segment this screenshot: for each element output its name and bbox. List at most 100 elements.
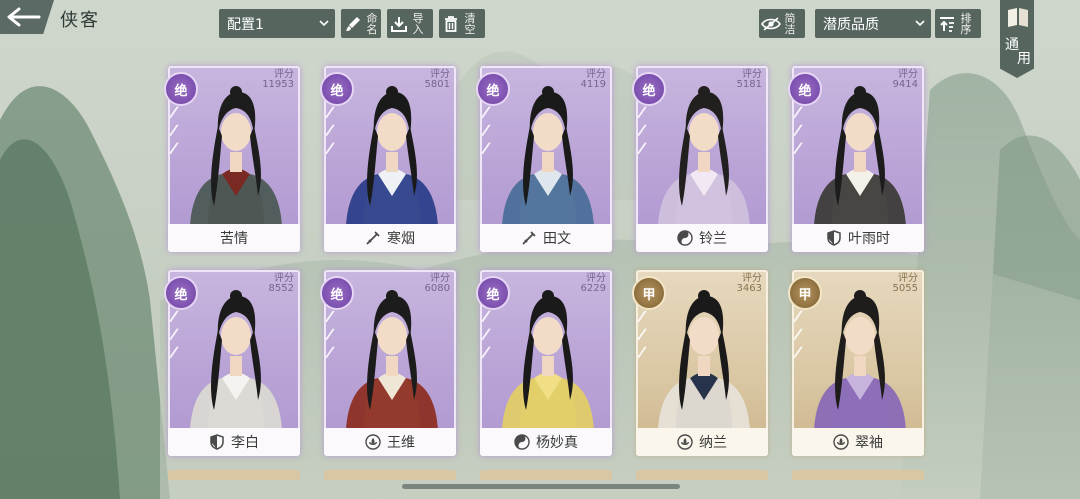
skill-marks <box>637 105 655 162</box>
grade-badge: 甲 <box>632 276 666 310</box>
hero-score: 评分 8552 <box>269 274 294 294</box>
hero-score: 评分 5801 <box>425 70 450 90</box>
skill-marks <box>325 105 343 162</box>
lotus-icon <box>677 434 693 450</box>
eye-hidden-icon <box>759 12 783 36</box>
hero-name: 王维 <box>387 435 415 451</box>
general-tab[interactable]: 通 用 <box>1000 0 1034 78</box>
rename-label: 命名 <box>366 11 378 36</box>
skill-mark <box>169 345 187 365</box>
hero-card[interactable]: 李白 绝 评分 8552 <box>164 270 300 456</box>
hero-portrait <box>502 290 594 430</box>
hero-card[interactable]: 铃兰 绝 评分 5181 <box>632 66 768 252</box>
grade-badge: 绝 <box>164 276 198 310</box>
hero-score: 评分 6080 <box>425 274 450 294</box>
grade-badge: 绝 <box>476 276 510 310</box>
hero-name-bar: 寒烟 <box>324 224 456 252</box>
skill-mark <box>637 345 655 365</box>
import-button[interactable]: 导入 <box>387 9 433 38</box>
scrollbar[interactable] <box>402 484 680 489</box>
skill-mark <box>169 105 187 125</box>
back-button[interactable] <box>0 0 54 34</box>
skill-mark <box>481 345 499 365</box>
skill-mark <box>325 123 343 143</box>
score-value: 9414 <box>892 79 918 90</box>
skill-mark <box>637 123 655 143</box>
hero-card[interactable]: 杨妙真 绝 评分 6229 <box>476 270 612 456</box>
book-icon <box>1008 8 1028 27</box>
hero-name-bar: 杨妙真 <box>480 428 612 456</box>
skill-mark <box>637 309 655 329</box>
skill-mark <box>637 105 655 125</box>
skill-mark <box>481 327 499 347</box>
hero-name: 田文 <box>543 231 571 247</box>
trash-icon <box>439 12 463 36</box>
grade-badge: 绝 <box>320 72 354 106</box>
skill-mark <box>481 123 499 143</box>
hero-portrait <box>190 86 282 226</box>
skill-mark <box>325 309 343 329</box>
hero-portrait <box>658 86 750 226</box>
score-value: 5055 <box>892 283 918 294</box>
general-label-1: 通 <box>1005 37 1019 53</box>
sword-icon <box>521 230 537 246</box>
lotus-icon <box>365 434 381 450</box>
hero-card[interactable]: 苦情 绝 评分 11953 <box>164 66 300 252</box>
grade-badge: 绝 <box>788 72 822 106</box>
hero-card[interactable]: 叶雨时 绝 评分 9414 <box>788 66 924 252</box>
score-value: 5801 <box>424 79 450 90</box>
skill-mark <box>793 309 811 329</box>
simple-view-label: 简洁 <box>784 11 796 36</box>
card-partial <box>636 470 768 480</box>
brush-icon <box>341 12 365 36</box>
skill-marks <box>325 309 343 366</box>
hero-card[interactable]: 田文 绝 评分 4119 <box>476 66 612 252</box>
hero-card[interactable]: 王维 绝 评分 6080 <box>320 270 456 456</box>
skill-mark <box>793 345 811 365</box>
score-value: 6229 <box>580 283 606 294</box>
sort-icon <box>935 12 959 36</box>
sort-button[interactable]: 排序 <box>935 9 981 38</box>
hero-score: 评分 5055 <box>893 274 918 294</box>
taiji-icon <box>514 434 530 450</box>
skill-mark <box>325 345 343 365</box>
quality-select[interactable]: 潜质品质 <box>815 9 931 38</box>
skill-mark <box>169 123 187 143</box>
rename-button[interactable]: 命名 <box>341 9 381 38</box>
config-select[interactable]: 配置1 <box>219 9 335 38</box>
hero-name: 李白 <box>231 435 259 451</box>
hero-card[interactable]: 翠袖 甲 评分 5055 <box>788 270 924 456</box>
skill-marks <box>169 309 187 366</box>
hero-card[interactable]: 寒烟 绝 评分 5801 <box>320 66 456 252</box>
simple-view-button[interactable]: 简洁 <box>759 9 805 38</box>
clear-button[interactable]: 清空 <box>439 9 485 38</box>
import-icon <box>387 12 411 36</box>
score-value: 8552 <box>268 283 294 294</box>
import-label: 导入 <box>412 11 424 36</box>
hero-name: 纳兰 <box>699 435 727 451</box>
card-partial <box>324 470 456 480</box>
skill-mark <box>793 105 811 125</box>
hero-name-bar: 李白 <box>168 428 300 456</box>
hero-name: 翠袖 <box>855 435 883 451</box>
sword-icon <box>365 230 381 246</box>
skill-mark <box>325 327 343 347</box>
back-arrow-icon <box>7 7 41 27</box>
hero-name: 叶雨时 <box>848 231 890 247</box>
hero-card[interactable]: 纳兰 甲 评分 3463 <box>632 270 768 456</box>
hero-name: 寒烟 <box>387 231 415 247</box>
general-label-2: 用 <box>1017 51 1031 67</box>
skill-mark <box>169 309 187 329</box>
hero-score: 评分 3463 <box>737 274 762 294</box>
score-value: 3463 <box>736 283 762 294</box>
skill-marks <box>481 105 499 162</box>
taiji-icon <box>677 230 693 246</box>
hero-score: 评分 11953 <box>262 70 294 90</box>
hero-name-bar: 王维 <box>324 428 456 456</box>
hero-score: 评分 4119 <box>581 70 606 90</box>
top-bar: 侠客 配置1 命名 导入 清空 简洁 潜质品质 排序 通 用 <box>0 0 1080 78</box>
hero-name-bar: 叶雨时 <box>792 224 924 252</box>
grade-badge: 绝 <box>476 72 510 106</box>
skill-mark <box>481 309 499 329</box>
quality-select-value: 潜质品质 <box>823 16 879 33</box>
